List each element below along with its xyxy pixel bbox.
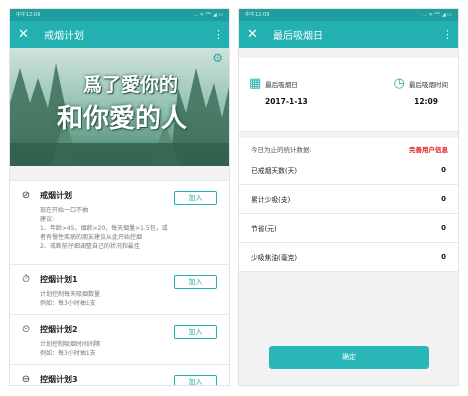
plan-item-control-1: ⏱ 控烟计划1 计划控制每天吸烟数量 例如：每3小时抽1支 加入 [10, 265, 229, 315]
status-time: 中午12:09 [245, 12, 270, 18]
stat-row: 节省(元) 0 [239, 214, 458, 243]
calendar-icon: ▦ [249, 76, 262, 91]
plan-name: 控烟计划2 [40, 324, 78, 334]
app-bar: ✕ 最后吸烟日 ⋮ [239, 21, 458, 48]
complete-profile-link[interactable]: 完善用户信息 [409, 144, 448, 156]
banner-image: ⚙ 爲了愛你的 和你愛的人 [10, 48, 229, 166]
no-smoking-icon: ⊘ [21, 189, 31, 201]
plan-item-control-2: ⏲ 控烟计划2 计划控制吸烟时间间隔 例如：每3小时抽1支 加入 [10, 315, 229, 365]
stat-value: 0 [441, 253, 446, 261]
plan-name: 戒烟计划 [40, 190, 72, 200]
desc-line: 计划控制吸烟时间间隔 [40, 341, 101, 348]
page-title: 最后吸烟日 [273, 31, 323, 42]
plan-name: 控烟计划3 [40, 374, 78, 384]
plan-description: 现在开始一口不抽 建议: 1、年龄>45，烟龄>20，每天烟量>1.5包，或 者… [20, 206, 219, 251]
join-button[interactable]: 加入 [174, 275, 217, 289]
desc-line: 计划控制每天吸烟数量 [40, 291, 101, 298]
stat-label: 累计少吸(支) [251, 196, 291, 204]
section-gap [10, 166, 229, 181]
app-bar: ✕ 戒烟计划 ⋮ [10, 21, 229, 48]
last-date-picker[interactable]: ▦ 最后吸烟日 2017-1-13 [249, 76, 349, 131]
plan-name: 控烟计划1 [40, 274, 78, 284]
stats-header: 今日为止的统计数据: 完善用户信息 [239, 138, 458, 156]
close-icon[interactable]: ✕ [18, 27, 36, 42]
banner-text-line2: 和你愛的人 [57, 104, 188, 134]
confirm-button[interactable]: 确定 [269, 346, 429, 369]
more-options-icon[interactable]: ⋮ [442, 28, 453, 41]
desc-line: 1、年龄>45，烟龄>20，每天烟量>1.5包，或 [40, 225, 168, 232]
stopwatch-icon: ⏱ [22, 273, 30, 285]
stat-value: 0 [441, 166, 446, 174]
more-options-icon[interactable]: ⋮ [213, 28, 224, 41]
join-button[interactable]: 加入 [174, 191, 217, 205]
close-icon[interactable]: ✕ [247, 27, 265, 42]
status-icons: ... ᯤ ⁴⁶ᴸ ◢ ▭ [192, 12, 223, 18]
status-bar: 中午12:09 ... ᯤ ⁴⁶ᴸ ◢ ▭ [10, 9, 229, 21]
join-button[interactable]: 加入 [174, 325, 217, 339]
plan-item-control-3: ⊖ 控烟计划3 加入 [10, 365, 229, 385]
stat-row: 少吸焦油(毫克) 0 [239, 243, 458, 272]
smoking-plan-screen: 中午12:09 ... ᯤ ⁴⁶ᴸ ◢ ▭ ✕ 戒烟计划 ⋮ ⚙ 爲了愛你的 和… [9, 8, 230, 386]
minus-circle-icon: ⊖ [21, 373, 31, 385]
last-time-picker[interactable]: ◷ 最后吸烟时间 12:09 [349, 76, 448, 131]
status-time: 中午12:09 [16, 12, 41, 18]
last-date-value: 2017-1-13 [265, 97, 308, 106]
desc-line: 例如：每3小时抽1支 [40, 300, 96, 307]
last-smoking-day-screen: 中午12:09 ... ᯤ ⁴⁶ᴸ ◢ ▭ ✕ 最后吸烟日 ⋮ ▦ 最后吸烟日 … [238, 8, 459, 386]
last-time-label: 最后吸烟时间 [409, 80, 448, 89]
desc-line: 者有慢性疾病的朋友建议从此开始控烟 [40, 234, 143, 241]
desc-line: 建议: [40, 216, 55, 223]
timer-icon: ⏲ [22, 323, 30, 335]
last-smoke-info: ▦ 最后吸烟日 2017-1-13 ◷ 最后吸烟时间 12:09 [239, 58, 458, 132]
plan-description: 计划控制吸烟时间间隔 例如：每3小时抽1支 [20, 340, 219, 358]
settings-gear-icon[interactable]: ⚙ [212, 51, 223, 65]
stat-row: 已戒烟天数(天) 0 [239, 156, 458, 185]
stat-value: 0 [441, 224, 446, 232]
stat-value: 0 [441, 195, 446, 203]
join-button[interactable]: 加入 [174, 375, 217, 385]
last-time-value: 12:09 [414, 97, 438, 106]
last-date-label: 最后吸烟日 [265, 80, 298, 89]
stat-label: 已戒烟天数(天) [251, 167, 298, 175]
stat-label: 节省(元) [251, 225, 277, 233]
desc-line: 2、戒断前仔细调整自己的状况和最佳 [40, 243, 140, 250]
status-bar: 中午12:09 ... ᯤ ⁴⁶ᴸ ◢ ▭ [239, 9, 458, 21]
stat-row: 累计少吸(支) 0 [239, 185, 458, 214]
desc-line: 现在开始一口不抽 [40, 207, 89, 214]
clock-calendar-icon: ◷ [393, 76, 405, 91]
top-band [239, 48, 458, 58]
plan-description: 计划控制每天吸烟数量 例如：每3小时抽1支 [20, 290, 219, 308]
status-icons: ... ᯤ ⁴⁶ᴸ ◢ ▭ [421, 12, 452, 18]
stat-label: 少吸焦油(毫克) [251, 254, 298, 262]
page-title: 戒烟计划 [44, 31, 84, 42]
stats-heading: 今日为止的统计数据: [251, 146, 312, 154]
content-area: ▦ 最后吸烟日 2017-1-13 ◷ 最后吸烟时间 12:09 今日为止的统计… [239, 48, 458, 385]
plan-item-quit: ⊘ 戒烟计划 现在开始一口不抽 建议: 1、年龄>45，烟龄>20，每天烟量>1… [10, 181, 229, 265]
desc-line: 例如：每3小时抽1支 [40, 350, 96, 357]
banner-text-line1: 爲了愛你的 [83, 74, 179, 96]
